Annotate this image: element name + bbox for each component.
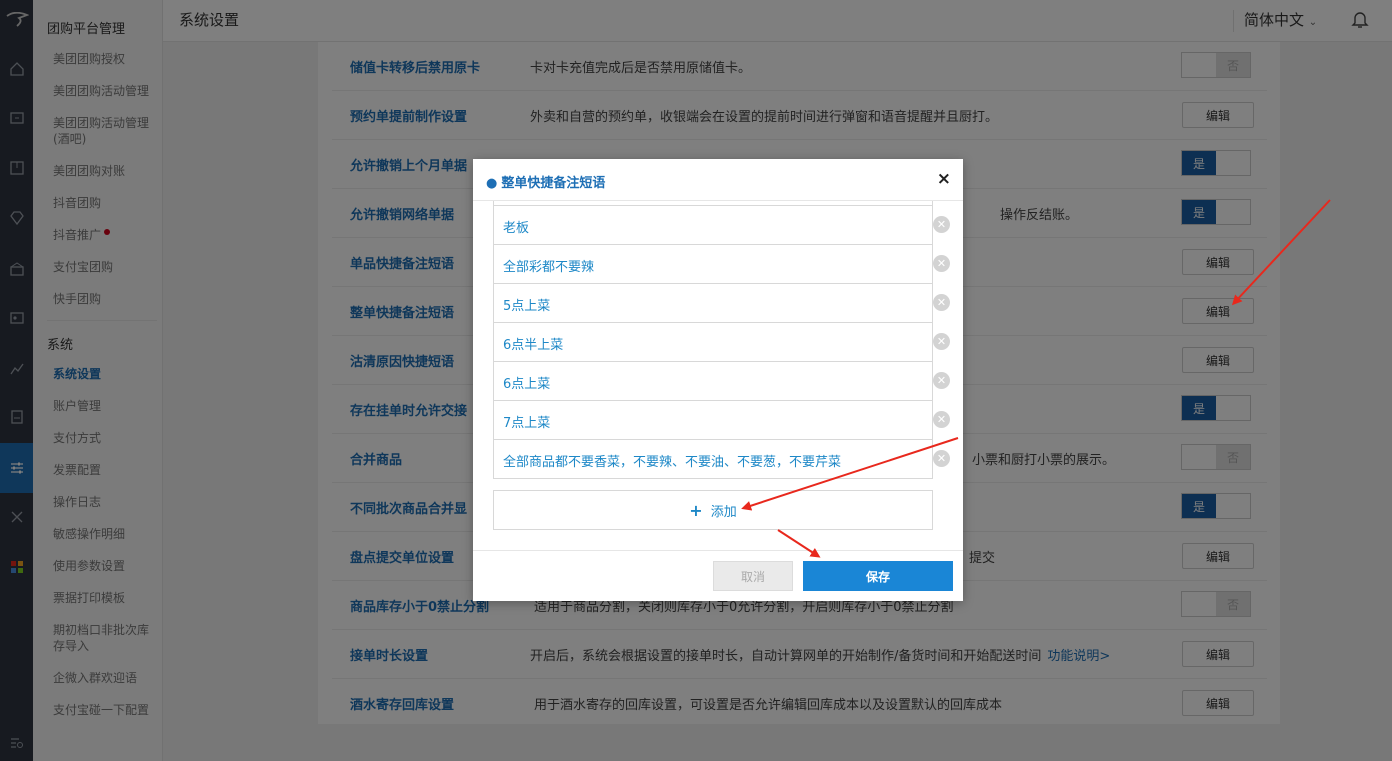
close-icon[interactable]: × [937,169,951,189]
quick-remark-dialog: ●整单快捷备注短语 × 老板 全部彩都不要辣 5点上菜 6点半上菜 6点上菜 [473,159,963,601]
phrase-input[interactable] [493,361,933,401]
phrase-row: 全部彩都不要辣 [493,244,933,284]
phrase-row: 6点上菜 [493,361,933,401]
phrase-text: 全部彩都不要辣 [503,260,595,275]
phrase-input[interactable] [493,400,933,440]
remove-circle-icon[interactable]: ✕ [933,450,950,467]
remove-circle-icon[interactable]: ✕ [933,216,950,233]
phrase-row: 全部商品都不要香菜，不要辣、不要油、不要葱，不要芹菜 [493,439,933,479]
dialog-title-text: 整单快捷备注短语 [501,176,606,191]
cancel-button[interactable]: 取消 [713,561,793,591]
remove-circle-icon[interactable]: ✕ [933,372,950,389]
phrase-row: 7点上菜 [493,400,933,440]
phrase-text: 6点半上菜 [503,338,564,353]
phrase-text: 全部商品都不要香菜，不要辣、不要油、不要葱，不要芹菜 [503,455,842,470]
remove-circle-icon[interactable]: ✕ [933,333,950,350]
dialog-title: ● 整单快捷备注短语 [486,172,605,191]
phrase-row: 5点上菜 [493,283,933,323]
remove-circle-icon[interactable]: ✕ [933,255,950,272]
phrase-row: 老板 [493,205,933,245]
phrase-text: 7点上菜 [503,416,551,431]
phrase-list[interactable]: 老板 全部彩都不要辣 5点上菜 6点半上菜 6点上菜 7点上菜 全部商品都不要香… [493,201,933,479]
save-button[interactable]: 保存 [803,561,953,591]
phrase-input[interactable] [493,205,933,245]
dialog-header: ● 整单快捷备注短语 × [473,159,963,201]
dialog-footer-divider [473,550,963,551]
phrase-row: 6点半上菜 [493,322,933,362]
remove-circle-icon[interactable]: ✕ [933,294,950,311]
phrase-text: 老板 [503,221,530,236]
add-label: 添加 [710,504,737,520]
plus-icon: + [689,500,703,520]
add-phrase-button[interactable]: + 添加 [493,490,933,530]
phrase-input[interactable] [493,283,933,323]
remove-circle-icon[interactable]: ✕ [933,411,950,428]
phrase-text: 6点上菜 [503,377,551,392]
bullet-icon: ● [486,176,498,191]
phrase-text: 5点上菜 [503,299,551,314]
delete-column: ✕ ✕ ✕ ✕ ✕ ✕ ✕ [933,201,963,479]
